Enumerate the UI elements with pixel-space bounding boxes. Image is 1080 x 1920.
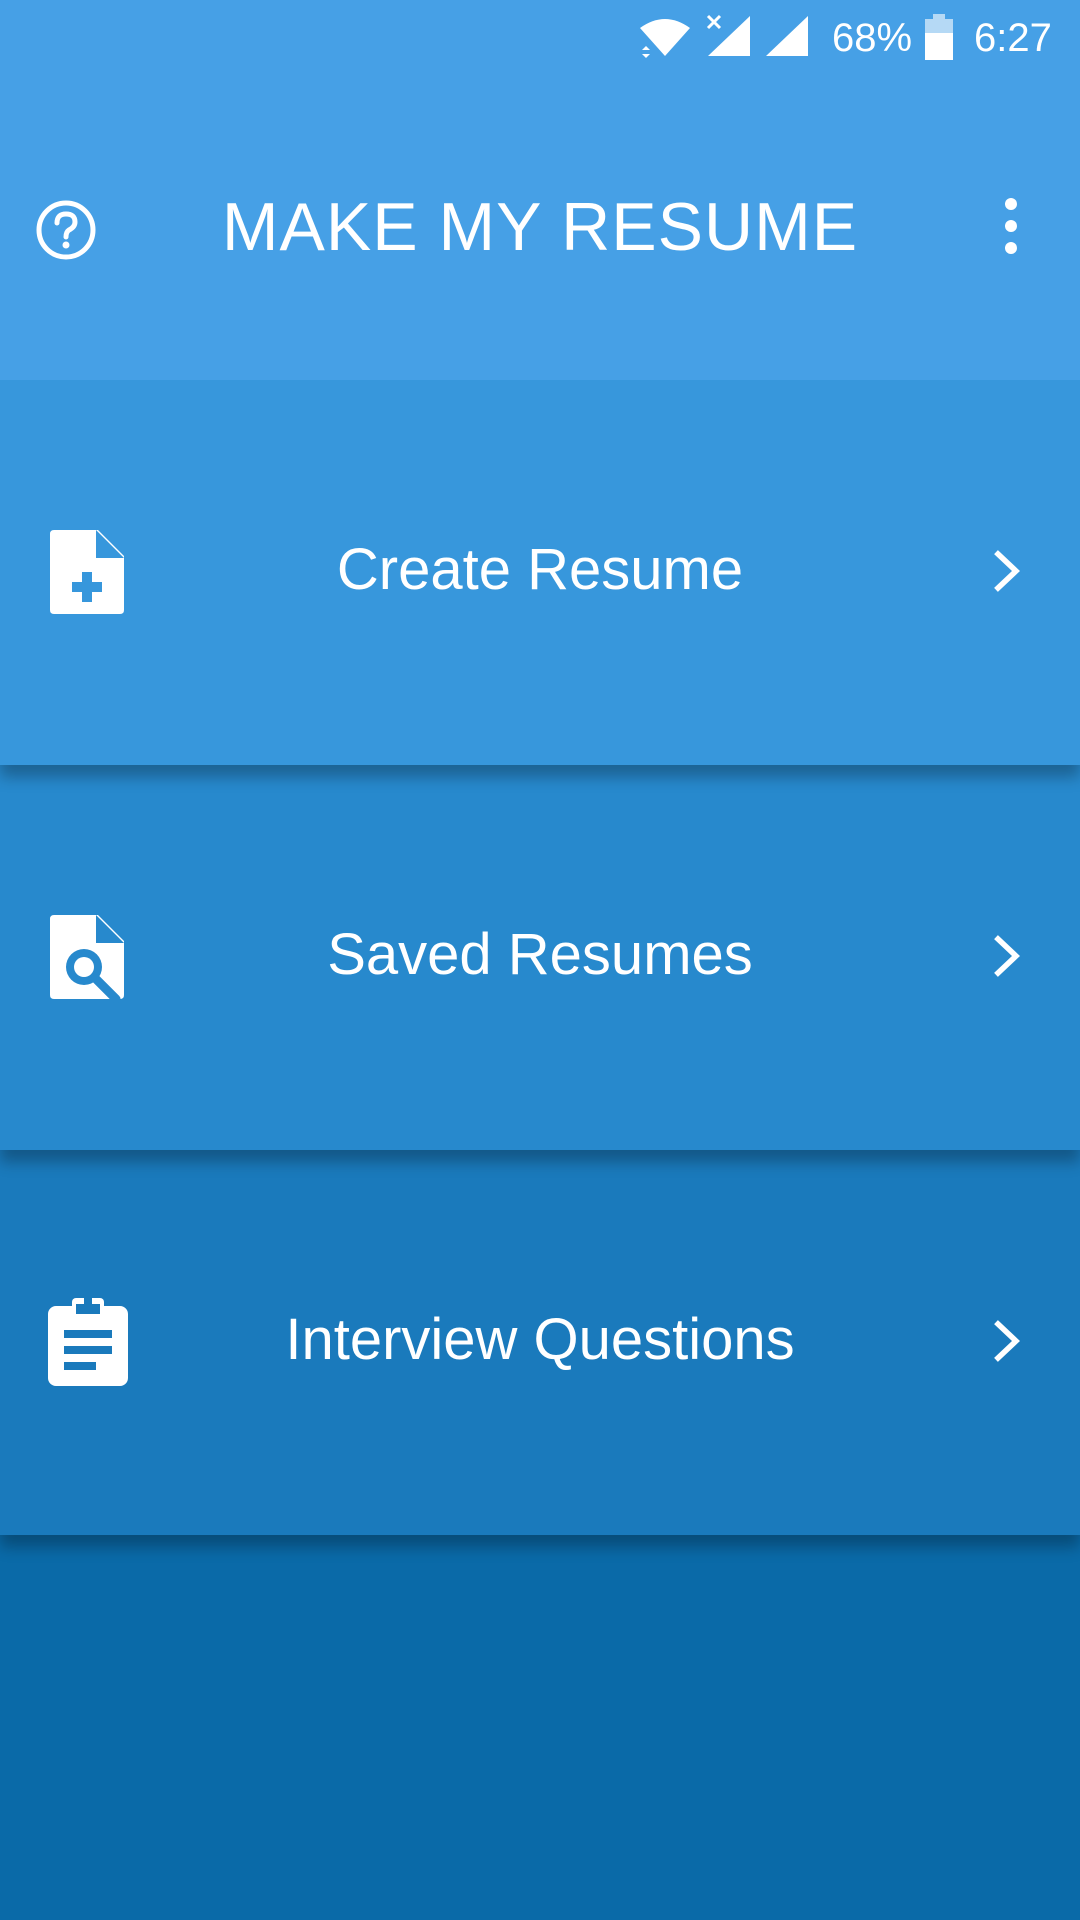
chevron-right-icon bbox=[994, 935, 1021, 977]
find-in-page-icon bbox=[50, 915, 124, 1003]
chevron-right-icon bbox=[994, 1320, 1021, 1362]
status-bar: 68% 6:27 bbox=[0, 0, 1080, 76]
bottom-panel bbox=[0, 1535, 1080, 1920]
status-time: 6:27 bbox=[974, 16, 1052, 60]
menu-item-label: Saved Resumes bbox=[327, 922, 753, 987]
saved-resumes-button[interactable]: Saved Resumes bbox=[0, 765, 1080, 1150]
menu-item-label: Interview Questions bbox=[285, 1307, 795, 1372]
page-title: MAKE MY RESUME bbox=[221, 189, 859, 265]
assignment-icon bbox=[48, 1298, 128, 1386]
menu-item-label: Create Resume bbox=[336, 537, 744, 602]
battery-percent: 68% bbox=[832, 16, 913, 60]
app-header: 68% 6:27 MAKE MY RESUME bbox=[0, 0, 1080, 380]
interview-questions-button[interactable]: Interview Questions bbox=[0, 1150, 1080, 1535]
more-vert-icon[interactable] bbox=[996, 196, 1026, 256]
battery-icon bbox=[925, 14, 953, 60]
help-icon[interactable] bbox=[34, 198, 98, 262]
create-resume-button[interactable]: Create Resume bbox=[0, 380, 1080, 765]
signal-no-service-icon bbox=[706, 14, 750, 56]
note-add-icon bbox=[50, 530, 124, 614]
signal-icon bbox=[766, 16, 808, 56]
chevron-right-icon bbox=[994, 550, 1021, 592]
wifi-icon bbox=[640, 19, 690, 58]
